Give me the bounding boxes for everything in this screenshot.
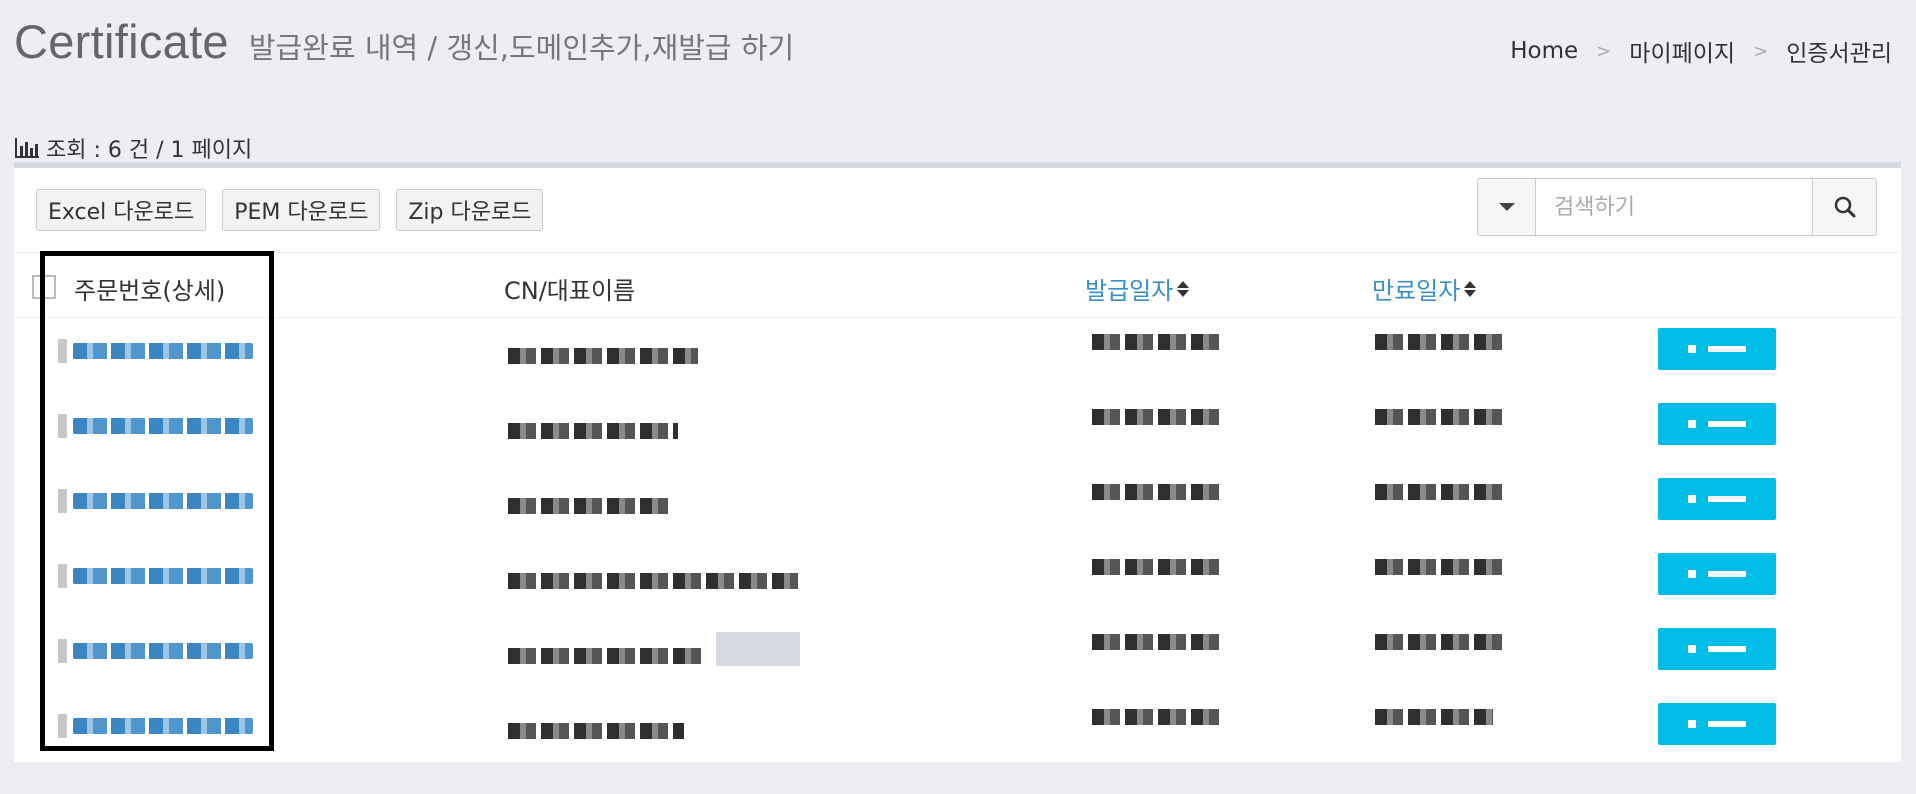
breadcrumb-current: 인증서관리 (1786, 41, 1892, 67)
expires-date (1375, 634, 1503, 650)
breadcrumb-mypage[interactable]: 마이페이지 (1629, 34, 1735, 68)
page-subtitle: 발급완료 내역 / 갱신,도메인추가,재발급 하기 (248, 31, 795, 65)
breadcrumb: Home > 마이페이지 > 인증서관리 (1510, 34, 1892, 68)
search-icon (1834, 196, 1855, 218)
order-number-link[interactable] (58, 564, 253, 588)
sort-icon (1177, 280, 1190, 297)
pem-download-button[interactable]: PEM 다운로드 (222, 189, 381, 231)
order-number-link[interactable] (58, 489, 253, 513)
cn-value (508, 573, 798, 589)
toolbar: Excel 다운로드 PEM 다운로드 Zip 다운로드 (36, 189, 544, 231)
expires-date (1375, 559, 1503, 575)
zip-download-button[interactable]: Zip 다운로드 (396, 189, 544, 231)
issued-date (1092, 634, 1222, 650)
breadcrumb-separator: > (1753, 40, 1769, 62)
issued-date (1092, 709, 1222, 725)
order-number-link[interactable] (58, 339, 253, 363)
order-number-link[interactable] (58, 639, 253, 663)
cn-value (508, 423, 678, 439)
page-title: Certificate (14, 15, 229, 68)
action-button[interactable] (1658, 628, 1776, 670)
certificate-panel: Excel 다운로드 PEM 다운로드 Zip 다운로드 주문번호(상세) CN… (14, 162, 1901, 762)
table-row (14, 318, 1901, 393)
search-group (1477, 178, 1877, 236)
expires-date (1375, 709, 1493, 725)
cn-value (508, 348, 698, 364)
column-expires-label: 만료일자 (1372, 277, 1461, 305)
expires-date (1375, 484, 1503, 500)
search-input[interactable] (1535, 178, 1813, 236)
breadcrumb-separator: > (1596, 40, 1612, 62)
bar-chart-icon (15, 138, 39, 158)
column-order: 주문번호(상세) (74, 277, 226, 305)
excel-download-button[interactable]: Excel 다운로드 (36, 189, 207, 231)
expires-date (1375, 409, 1503, 425)
column-expires[interactable]: 만료일자 (1372, 271, 1477, 306)
cn-value (508, 498, 670, 514)
column-issued[interactable]: 발급일자 (1085, 271, 1190, 306)
column-cn: CN/대표이름 (504, 277, 636, 305)
expires-date (1375, 334, 1503, 350)
search-button[interactable] (1813, 178, 1877, 236)
cn-tag (716, 632, 800, 666)
select-all-checkbox[interactable] (32, 275, 56, 299)
summary-text: 조회 : 6 건 / 1 페이지 (46, 138, 253, 163)
action-button[interactable] (1658, 478, 1776, 520)
cn-value (508, 723, 684, 739)
result-summary: 조회 : 6 건 / 1 페이지 (14, 132, 252, 164)
action-button[interactable] (1658, 553, 1776, 595)
caret-down-icon (1498, 203, 1515, 211)
search-filter-dropdown[interactable] (1477, 178, 1535, 236)
order-number-link[interactable] (58, 414, 253, 438)
table-header: 주문번호(상세) CN/대표이름 발급일자 만료일자 (14, 252, 1901, 318)
breadcrumb-home[interactable]: Home (1510, 38, 1578, 64)
order-number-link[interactable] (58, 714, 253, 738)
sort-icon (1464, 280, 1477, 297)
action-button[interactable] (1658, 403, 1776, 445)
table-row (14, 393, 1901, 468)
cn-value (508, 648, 704, 664)
table-row (14, 618, 1901, 693)
issued-date (1092, 409, 1222, 425)
table-row (14, 693, 1901, 768)
action-button[interactable] (1658, 328, 1776, 370)
page-header: Certificate 발급완료 내역 / 갱신,도메인추가,재발급 하기 (14, 14, 794, 69)
table-row (14, 543, 1901, 618)
issued-date (1092, 559, 1222, 575)
column-issued-label: 발급일자 (1085, 277, 1174, 305)
issued-date (1092, 484, 1222, 500)
table-row (14, 468, 1901, 543)
issued-date (1092, 334, 1222, 350)
action-button[interactable] (1658, 703, 1776, 745)
